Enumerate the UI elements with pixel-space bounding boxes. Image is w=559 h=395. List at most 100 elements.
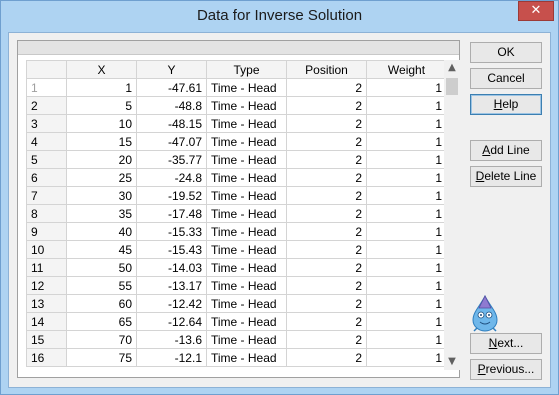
- row-number-cell[interactable]: 2: [26, 96, 67, 115]
- weight-cell[interactable]: 1: [366, 240, 446, 259]
- table-row[interactable]: 3 10 -48.15 Time - Head 2 1: [26, 114, 446, 133]
- y-cell[interactable]: -15.43: [136, 240, 207, 259]
- y-cell[interactable]: -15.33: [136, 222, 207, 241]
- y-cell[interactable]: -13.6: [136, 330, 207, 349]
- type-cell[interactable]: Time - Head: [206, 132, 287, 151]
- x-cell[interactable]: 65: [66, 312, 137, 331]
- row-number-cell[interactable]: 11: [26, 258, 67, 277]
- position-cell[interactable]: 2: [286, 186, 367, 205]
- type-cell[interactable]: Time - Head: [206, 168, 287, 187]
- type-column-header[interactable]: Type: [206, 60, 287, 79]
- table-row[interactable]: 9 40 -15.33 Time - Head 2 1: [26, 222, 446, 241]
- row-number-cell[interactable]: 4: [26, 132, 67, 151]
- x-cell[interactable]: 15: [66, 132, 137, 151]
- close-button[interactable]: ✕: [518, 1, 554, 21]
- x-cell[interactable]: 60: [66, 294, 137, 313]
- weight-cell[interactable]: 1: [366, 348, 446, 367]
- position-cell[interactable]: 2: [286, 168, 367, 187]
- row-number-cell[interactable]: 6: [26, 168, 67, 187]
- table-row[interactable]: 4 15 -47.07 Time - Head 2 1: [26, 132, 446, 151]
- x-cell[interactable]: 70: [66, 330, 137, 349]
- weight-cell[interactable]: 1: [366, 204, 446, 223]
- position-cell[interactable]: 2: [286, 114, 367, 133]
- row-number-cell[interactable]: 1: [26, 78, 67, 97]
- weight-cell[interactable]: 1: [366, 114, 446, 133]
- x-cell[interactable]: 40: [66, 222, 137, 241]
- row-number-cell[interactable]: 10: [26, 240, 67, 259]
- type-cell[interactable]: Time - Head: [206, 258, 287, 277]
- weight-cell[interactable]: 1: [366, 96, 446, 115]
- position-cell[interactable]: 2: [286, 312, 367, 331]
- y-cell[interactable]: -14.03: [136, 258, 207, 277]
- type-cell[interactable]: Time - Head: [206, 312, 287, 331]
- vertical-scrollbar[interactable]: ▲ ▼: [444, 60, 460, 370]
- weight-cell[interactable]: 1: [366, 132, 446, 151]
- row-number-header[interactable]: [26, 60, 67, 79]
- weight-cell[interactable]: 1: [366, 294, 446, 313]
- scroll-up-icon[interactable]: ▲: [444, 60, 460, 76]
- type-cell[interactable]: Time - Head: [206, 114, 287, 133]
- type-cell[interactable]: Time - Head: [206, 276, 287, 295]
- y-cell[interactable]: -12.64: [136, 312, 207, 331]
- y-cell[interactable]: -24.8: [136, 168, 207, 187]
- position-cell[interactable]: 2: [286, 132, 367, 151]
- type-cell[interactable]: Time - Head: [206, 348, 287, 367]
- position-cell[interactable]: 2: [286, 240, 367, 259]
- row-number-cell[interactable]: 16: [26, 348, 67, 367]
- weight-cell[interactable]: 1: [366, 258, 446, 277]
- row-number-cell[interactable]: 13: [26, 294, 67, 313]
- add-line-button[interactable]: Add Line: [470, 140, 542, 161]
- row-number-cell[interactable]: 9: [26, 222, 67, 241]
- table-row[interactable]: 1 1 -47.61 Time - Head 2 1: [26, 78, 446, 97]
- position-cell[interactable]: 2: [286, 276, 367, 295]
- row-number-cell[interactable]: 5: [26, 150, 67, 169]
- weight-cell[interactable]: 1: [366, 330, 446, 349]
- position-cell[interactable]: 2: [286, 330, 367, 349]
- table-row[interactable]: 5 20 -35.77 Time - Head 2 1: [26, 150, 446, 169]
- type-cell[interactable]: Time - Head: [206, 150, 287, 169]
- table-row[interactable]: 10 45 -15.43 Time - Head 2 1: [26, 240, 446, 259]
- table-row[interactable]: 15 70 -13.6 Time - Head 2 1: [26, 330, 446, 349]
- table-row[interactable]: 2 5 -48.8 Time - Head 2 1: [26, 96, 446, 115]
- type-cell[interactable]: Time - Head: [206, 186, 287, 205]
- table-row[interactable]: 7 30 -19.52 Time - Head 2 1: [26, 186, 446, 205]
- x-cell[interactable]: 45: [66, 240, 137, 259]
- row-number-cell[interactable]: 15: [26, 330, 67, 349]
- position-cell[interactable]: 2: [286, 348, 367, 367]
- position-cell[interactable]: 2: [286, 258, 367, 277]
- table-row[interactable]: 6 25 -24.8 Time - Head 2 1: [26, 168, 446, 187]
- x-cell[interactable]: 35: [66, 204, 137, 223]
- table-row[interactable]: 14 65 -12.64 Time - Head 2 1: [26, 312, 446, 331]
- next-button[interactable]: Next...: [470, 333, 542, 354]
- y-cell[interactable]: -12.42: [136, 294, 207, 313]
- y-cell[interactable]: -12.1: [136, 348, 207, 367]
- type-cell[interactable]: Time - Head: [206, 96, 287, 115]
- scroll-thumb[interactable]: [446, 78, 458, 95]
- x-column-header[interactable]: X: [66, 60, 137, 79]
- x-cell[interactable]: 20: [66, 150, 137, 169]
- help-button[interactable]: Help: [470, 94, 542, 115]
- position-cell[interactable]: 2: [286, 204, 367, 223]
- previous-button[interactable]: Previous...: [470, 359, 542, 380]
- x-cell[interactable]: 1: [66, 78, 137, 97]
- x-cell[interactable]: 50: [66, 258, 137, 277]
- y-cell[interactable]: -35.77: [136, 150, 207, 169]
- table-row[interactable]: 8 35 -17.48 Time - Head 2 1: [26, 204, 446, 223]
- x-cell[interactable]: 30: [66, 186, 137, 205]
- weight-cell[interactable]: 1: [366, 186, 446, 205]
- y-cell[interactable]: -17.48: [136, 204, 207, 223]
- cancel-button[interactable]: Cancel: [470, 68, 542, 89]
- table-row[interactable]: 16 75 -12.1 Time - Head 2 1: [26, 348, 446, 367]
- type-cell[interactable]: Time - Head: [206, 78, 287, 97]
- table-row[interactable]: 11 50 -14.03 Time - Head 2 1: [26, 258, 446, 277]
- weight-cell[interactable]: 1: [366, 168, 446, 187]
- position-cell[interactable]: 2: [286, 150, 367, 169]
- weight-cell[interactable]: 1: [366, 150, 446, 169]
- data-grid[interactable]: X Y Type Position Weight 1 1 -47.61 Time - Head…: [26, 60, 446, 370]
- weight-cell[interactable]: 1: [366, 78, 446, 97]
- y-cell[interactable]: -48.8: [136, 96, 207, 115]
- y-column-header[interactable]: Y: [136, 60, 207, 79]
- weight-cell[interactable]: 1: [366, 276, 446, 295]
- type-cell[interactable]: Time - Head: [206, 222, 287, 241]
- type-cell[interactable]: Time - Head: [206, 204, 287, 223]
